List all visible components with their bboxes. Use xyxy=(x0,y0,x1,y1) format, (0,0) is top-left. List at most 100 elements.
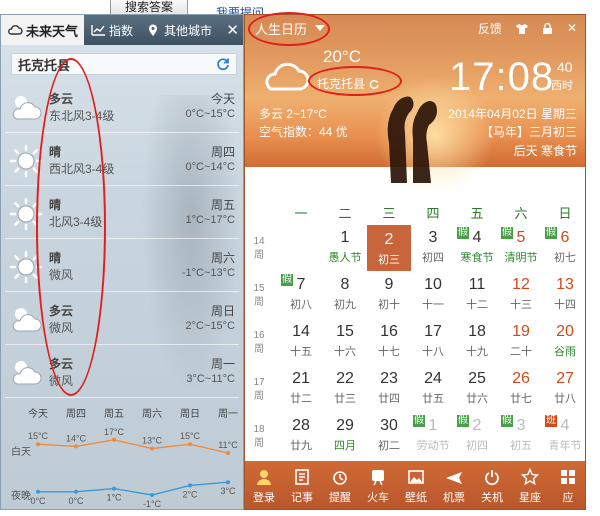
lunar-label: 二十 xyxy=(510,346,532,358)
calendar-day[interactable]: 假 1 劳动节 xyxy=(411,413,455,459)
toolbar-label: 关机 xyxy=(481,491,503,504)
lunar-label: 十三 xyxy=(510,299,532,311)
forecast-day: 周六 xyxy=(210,251,235,265)
toolbar-alarm-button[interactable]: 提醒 xyxy=(321,461,359,509)
lunar-label: 清明节 xyxy=(504,252,538,264)
shirt-icon[interactable] xyxy=(515,23,528,34)
tab-future-weather[interactable]: 未来天气 xyxy=(1,15,85,45)
lunar-label: 劳动节 xyxy=(416,440,450,452)
calendar-header: 人生日历 反馈 ✕ 20°C 托克托县 17:08 40 西时 多云 2~17°… xyxy=(245,15,585,195)
day-number: 20 xyxy=(556,323,574,340)
refresh-icon[interactable] xyxy=(216,57,230,71)
calendar-day[interactable]: 假 5 清明节 xyxy=(499,225,543,271)
partly-cloudy-icon xyxy=(9,91,43,125)
calendar-day[interactable]: 10 十一 xyxy=(411,272,455,318)
city-bar[interactable]: 托克托县 xyxy=(11,53,237,75)
day-temp-label: 13°C xyxy=(142,436,163,446)
calendar-day[interactable]: 30 初二 xyxy=(367,413,411,459)
toolbar-wallpaper-button[interactable]: 壁纸 xyxy=(397,461,435,509)
close-icon[interactable]: ✕ xyxy=(567,21,577,35)
prev-month-icon[interactable]: ◀ xyxy=(261,175,270,189)
refresh-icon[interactable] xyxy=(369,79,379,89)
holiday-badge: 假 xyxy=(545,227,557,239)
week-number: 17 周 xyxy=(253,377,265,402)
day-temp-point xyxy=(112,437,116,442)
lunar-label: 十七 xyxy=(378,346,400,358)
chart-day-label: 周五 xyxy=(104,408,124,420)
forecast-row[interactable]: 多云 东北风3-4级 今天 0°C~15°C xyxy=(5,83,239,133)
tab-other-cities[interactable]: 其他城市 xyxy=(139,15,218,45)
day-number: 23 xyxy=(380,370,398,387)
toolbar-apps-button[interactable]: 应 xyxy=(549,461,585,509)
calendar-day[interactable]: 20 谷雨 xyxy=(543,319,585,365)
calendar-day[interactable]: 假 7 初八 xyxy=(279,272,323,318)
toolbar-user-button[interactable]: 登录 xyxy=(245,461,283,509)
forecast-wind: 北风3-4级 xyxy=(49,215,103,229)
calendar-day[interactable]: 23 廿四 xyxy=(367,366,411,412)
calendar-day[interactable]: 假 4 寒食节 xyxy=(455,225,499,271)
app-title[interactable]: 人生日历 xyxy=(255,19,307,38)
forecast-wind: 微风 xyxy=(49,321,74,335)
calendar-day[interactable]: 26 廿七 xyxy=(499,366,543,412)
night-temp-label: 2°C xyxy=(182,489,198,499)
calendar-day[interactable]: 12 十三 xyxy=(499,272,543,318)
feedback-link[interactable]: 反馈 xyxy=(478,20,502,37)
lock-icon[interactable] xyxy=(542,22,553,34)
calendar-day-today[interactable]: 2 初三 xyxy=(367,225,411,271)
toolbar-note-button[interactable]: 记事 xyxy=(283,461,321,509)
night-temp-label: 0°C xyxy=(30,496,46,506)
tab-index[interactable]: 指数 xyxy=(84,15,139,45)
calendar-day[interactable]: 22 廿三 xyxy=(323,366,367,412)
calendar-day[interactable]: 假 3 初五 xyxy=(499,413,543,459)
year-value[interactable]: 2014 xyxy=(278,171,318,192)
calendar-city[interactable]: 托克托县 xyxy=(317,75,379,92)
calendar-day[interactable]: 27 廿八 xyxy=(543,366,585,412)
day-temp-label: 15°C xyxy=(180,431,201,441)
toolbar-label: 火车 xyxy=(367,491,389,504)
month-value[interactable]: 04 xyxy=(340,171,360,192)
day-number: 8 xyxy=(340,276,350,293)
sun-icon xyxy=(9,250,43,284)
calendar-day[interactable]: 班 4 青年节 xyxy=(543,413,585,459)
calendar-day[interactable]: 15 十六 xyxy=(323,319,367,365)
calendar-day[interactable]: 1 愚人节 xyxy=(323,225,367,271)
forecast-row[interactable]: 晴 微风 周六 -1°C~13°C xyxy=(5,242,239,292)
weekday-label: 一 xyxy=(294,206,308,221)
close-icon[interactable]: ✕ xyxy=(226,21,239,39)
clock-time: 17:08 xyxy=(449,55,555,99)
chevron-down-icon[interactable] xyxy=(315,25,326,31)
forecast-row[interactable]: 晴 北风3-4级 周五 1°C~17°C xyxy=(5,189,239,239)
forecast-row[interactable]: 多云 微风 周日 2°C~15°C xyxy=(5,295,239,345)
forecast-row[interactable]: 晴 西北风3-4级 周四 0°C~14°C xyxy=(5,136,239,186)
calendar-day[interactable]: 24 廿五 xyxy=(411,366,455,412)
forecast-row[interactable]: 多云 微风 周一 3°C~11°C xyxy=(5,348,239,398)
toolbar-plane-button[interactable]: 机票 xyxy=(435,461,473,509)
calendar-day[interactable]: 假 6 初七 xyxy=(543,225,585,271)
calendar-day[interactable]: 25 廿六 xyxy=(455,366,499,412)
lunar-label: 初三 xyxy=(378,254,400,266)
calendar-day[interactable]: 3 初四 xyxy=(411,225,455,271)
calendar-day[interactable]: 19 二十 xyxy=(499,319,543,365)
calendar-day[interactable]: 14 十五 xyxy=(279,319,323,365)
day-number: 9 xyxy=(384,276,394,293)
calendar-day[interactable]: 21 廿二 xyxy=(279,366,323,412)
lunar-label: 十四 xyxy=(554,299,576,311)
calendar-day[interactable]: 17 十八 xyxy=(411,319,455,365)
calendar-day[interactable]: 8 初九 xyxy=(323,272,367,318)
calendar-day[interactable]: 16 十七 xyxy=(367,319,411,365)
toolbar-power-button[interactable]: 关机 xyxy=(473,461,511,509)
calendar-day[interactable]: 18 十九 xyxy=(455,319,499,365)
toolbar-star-button[interactable]: 星座 xyxy=(511,461,549,509)
next-month-icon[interactable]: ▶ xyxy=(368,175,377,189)
toolbar-train-button[interactable]: 火车 xyxy=(359,461,397,509)
calendar-day[interactable]: 假 2 初四 xyxy=(455,413,499,459)
calendar-day[interactable]: 29 四月 xyxy=(323,413,367,459)
day-temp-label: 17°C xyxy=(104,427,125,437)
calendar-day[interactable]: 11 十二 xyxy=(455,272,499,318)
lunar-label: 十二 xyxy=(466,299,488,311)
calendar-day[interactable]: 13 十四 xyxy=(543,272,585,318)
calendar-day[interactable]: 9 初十 xyxy=(367,272,411,318)
cloud-icon xyxy=(265,62,310,91)
weekday-label: 三 xyxy=(382,206,396,221)
calendar-day[interactable]: 28 廿九 xyxy=(279,413,323,459)
